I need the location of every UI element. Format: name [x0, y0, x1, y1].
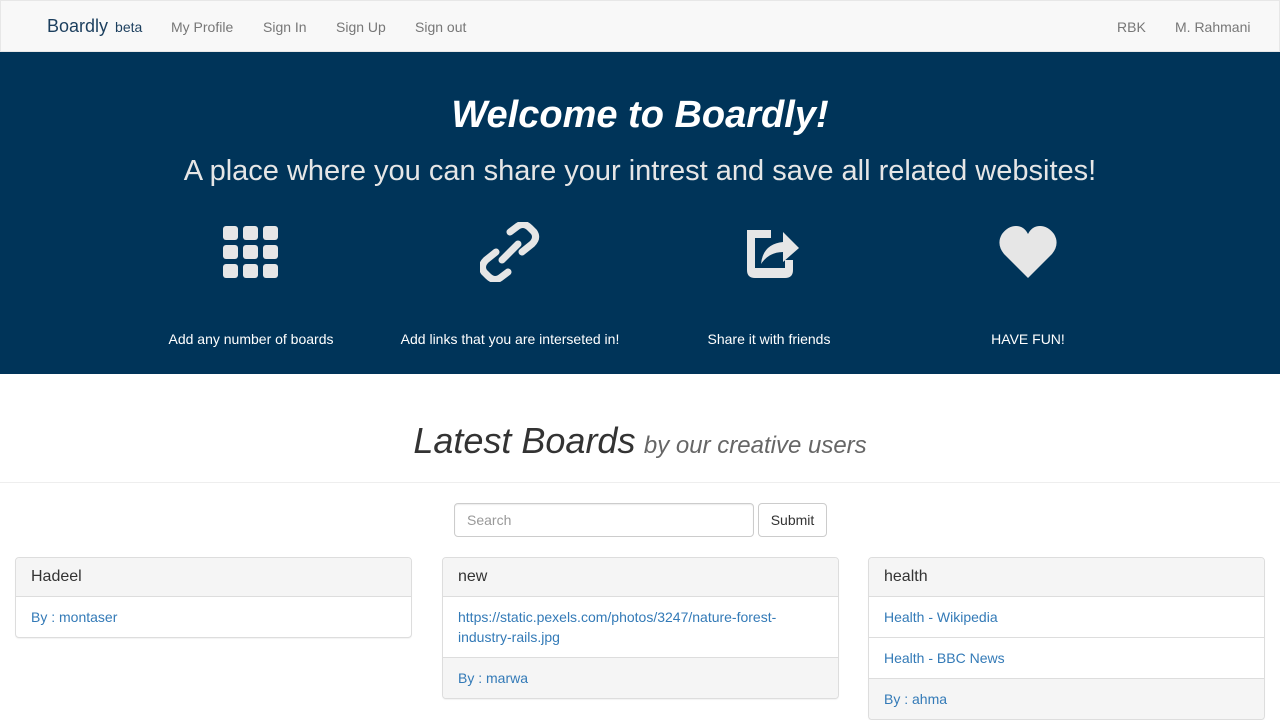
board-card: new https://static.pexels.com/photos/324… — [442, 557, 839, 699]
board-title: new — [443, 558, 838, 597]
submit-button[interactable]: Submit — [758, 503, 827, 537]
board-author[interactable]: By : ahma — [869, 679, 1264, 719]
nav-sign-in[interactable]: Sign In — [263, 19, 307, 35]
board-title: Hadeel — [16, 558, 411, 597]
latest-title: Latest Boards — [413, 420, 636, 461]
heart-icon — [999, 226, 1057, 278]
board-title: health — [869, 558, 1264, 597]
nav-sign-up[interactable]: Sign Up — [336, 19, 386, 35]
grid-icon — [223, 226, 278, 278]
feature-fun: HAVE FUN! — [898, 222, 1158, 347]
brand[interactable]: Boardly beta — [47, 16, 142, 37]
board-author[interactable]: By : montaser — [16, 597, 411, 637]
latest-subtitle: by our creative users — [643, 432, 867, 459]
hero-banner: Welcome to Boardly! A place where you ca… — [0, 52, 1280, 374]
feature-label: Add any number of boards — [168, 331, 334, 347]
nav-rbk[interactable]: RBK — [1117, 19, 1146, 35]
board-card: Hadeel By : montaser — [15, 557, 412, 638]
feature-links: Add links that you are interseted in! — [380, 222, 640, 347]
divider — [0, 482, 1280, 483]
brand-name: Boardly — [47, 16, 109, 36]
board-link[interactable]: https://static.pexels.com/photos/3247/na… — [443, 597, 838, 658]
feature-boards: Add any number of boards — [121, 222, 381, 347]
hero-subtitle: A place where you can share your intrest… — [183, 155, 1097, 187]
feature-label: HAVE FUN! — [991, 331, 1065, 347]
board-card: health Health - Wikipedia Health - BBC N… — [868, 557, 1265, 720]
feature-share: Share it with friends — [639, 222, 899, 347]
board-author[interactable]: By : marwa — [443, 658, 838, 698]
board-link[interactable]: Health - BBC News — [869, 638, 1264, 679]
latest-boards-header: Latest Boards by our creative users — [0, 420, 1280, 462]
link-icon — [480, 222, 540, 282]
navbar: Boardly beta My Profile Sign In Sign Up … — [0, 0, 1280, 52]
board-link[interactable]: Health - Wikipedia — [869, 597, 1264, 638]
hero-title: Welcome to Boardly! — [451, 94, 829, 136]
nav-user-name[interactable]: M. Rahmani — [1175, 19, 1250, 35]
search-input[interactable] — [454, 503, 754, 537]
feature-label: Add links that you are interseted in! — [400, 331, 620, 347]
brand-badge: beta — [115, 19, 143, 35]
share-icon — [747, 230, 799, 278]
nav-sign-out[interactable]: Sign out — [415, 19, 466, 35]
nav-my-profile[interactable]: My Profile — [171, 19, 233, 35]
feature-label: Share it with friends — [707, 331, 831, 347]
